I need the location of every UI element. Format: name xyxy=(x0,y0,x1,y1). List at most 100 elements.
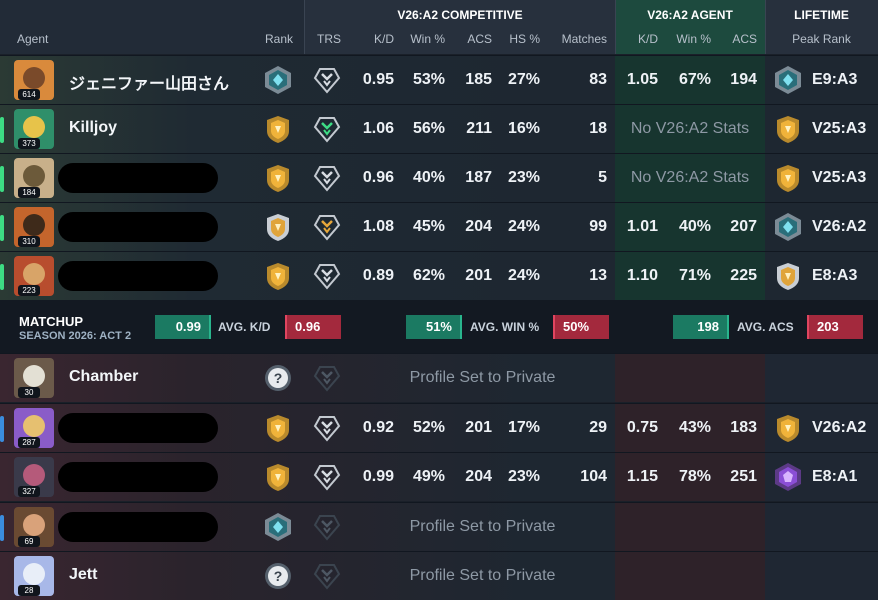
gold-icon xyxy=(263,114,293,144)
agent-group-title: V26:A2 AGENT xyxy=(647,8,733,22)
player-row[interactable]: 28 Jett? Profile Set to Private xyxy=(0,551,878,600)
col-rank[interactable]: Rank xyxy=(265,32,293,46)
player-name[interactable]: ジェニファー山田さん xyxy=(69,70,229,94)
peak-rank-value: E8:A1 xyxy=(812,468,858,485)
gold-icon xyxy=(263,163,293,193)
trs-green-icon xyxy=(313,115,341,143)
matchup-title: MATCHUP xyxy=(19,314,84,329)
agent-cell[interactable]: 310 xyxy=(0,203,260,251)
matchup-summary: MATCHUP SEASON 2026: ACT 2 0.99 AVG. K/D… xyxy=(0,300,878,353)
col-agent-kd[interactable]: K/D xyxy=(620,32,658,46)
gold-icon xyxy=(773,114,803,144)
col-peak-rank[interactable]: Peak Rank xyxy=(765,32,878,46)
team-indicator xyxy=(0,514,4,541)
player-name[interactable]: Chamber xyxy=(69,368,138,386)
player-row[interactable]: 327 0.99 49% 204 23% 104 1.15 78% 251 E8:A1 xyxy=(0,452,878,501)
win-value: 52% xyxy=(412,418,445,436)
player-row[interactable]: 287 0.92 52% 201 17% 29 0.75 43% 183 V26:A2 xyxy=(0,402,878,452)
agent-cell[interactable]: 327 xyxy=(0,453,260,501)
trs-gold-icon xyxy=(313,213,341,241)
team-indicator xyxy=(0,117,4,143)
player-row[interactable]: 310 1.08 45% 204 24% 99 1.01 40% 207 V26:A2 xyxy=(0,202,878,251)
col-agent-win[interactable]: Win % xyxy=(665,32,711,46)
avg-win-team-b: 50% xyxy=(553,315,609,339)
agent-kd-value: 1.15 xyxy=(626,468,658,485)
player-row[interactable]: 223 0.89 62% 201 24% 13 1.10 71% 225 E8:A3 xyxy=(0,251,878,300)
player-row[interactable]: 30 Chamber? Profile Set to Private xyxy=(0,353,878,402)
peak-rank-value: V26:A2 xyxy=(812,218,867,235)
avg-acs-label: AVG. ACS xyxy=(737,320,794,334)
agent-kd-value: 1.05 xyxy=(626,71,658,88)
agent-cell[interactable]: 373 Killjoy xyxy=(0,105,260,153)
agent-acs-value: 207 xyxy=(730,218,757,235)
agent-kd-value: 1.01 xyxy=(626,218,658,235)
player-row[interactable]: 373 Killjoy 1.06 56% 211 16% 18 No V26:A2 Stats… xyxy=(0,104,878,153)
matches-value: 18 xyxy=(589,120,607,137)
redacted-name xyxy=(58,261,218,291)
win-value: 62% xyxy=(412,267,445,284)
player-row[interactable]: 614 ジェニファー山田さん 0.95 53% 185 27% 83 1.05 67% 194 E9… xyxy=(0,55,878,104)
acs-value: 211 xyxy=(466,120,492,137)
hs-value: 24% xyxy=(507,218,540,235)
kd-value: 1.08 xyxy=(362,218,394,235)
lifetime-panel xyxy=(765,552,878,600)
col-agent[interactable]: Agent xyxy=(17,32,48,46)
agent-cell[interactable]: 28 Jett xyxy=(0,552,260,600)
col-hs[interactable]: HS % xyxy=(497,32,540,46)
agent-stats-panel xyxy=(615,552,765,600)
gold-icon xyxy=(263,413,293,443)
agent-win-value: 67% xyxy=(678,71,711,88)
player-level: 184 xyxy=(18,187,40,198)
win-value: 45% xyxy=(412,218,445,235)
matches-value: 29 xyxy=(589,418,607,436)
trs-dim-icon xyxy=(313,562,341,590)
svg-text:?: ? xyxy=(274,568,283,584)
col-acs[interactable]: ACS xyxy=(452,32,492,46)
agent-acs-value: 251 xyxy=(730,468,757,485)
agent-cell[interactable]: 30 Chamber xyxy=(0,354,260,402)
col-kd[interactable]: K/D xyxy=(352,32,394,46)
agent-cell[interactable]: 223 xyxy=(0,252,260,300)
win-value: 40% xyxy=(412,169,445,186)
player-row[interactable]: 69 Profile Set to Private xyxy=(0,501,878,551)
player-level: 614 xyxy=(18,89,40,100)
kd-value: 0.96 xyxy=(362,169,394,186)
trs-silver-icon xyxy=(313,164,341,192)
ascendant-icon xyxy=(263,512,293,542)
gold-silver-icon xyxy=(773,261,803,291)
agent-cell[interactable]: 287 xyxy=(0,404,260,452)
avg-kd-team-b: 0.96 xyxy=(285,315,341,339)
trs-silver-icon xyxy=(313,463,341,491)
player-name[interactable]: Killjoy xyxy=(69,119,117,137)
player-row[interactable]: 184 0.96 40% 187 23% 5 No V26:A2 Stats V25:A3 xyxy=(0,153,878,202)
redacted-name xyxy=(58,462,218,492)
acs-value: 204 xyxy=(465,468,492,485)
acs-value: 201 xyxy=(465,267,492,284)
col-trs[interactable]: TRS xyxy=(317,32,341,46)
player-level: 373 xyxy=(18,138,40,149)
player-level: 223 xyxy=(18,285,40,296)
matches-value: 83 xyxy=(589,71,607,88)
trs-dim-icon xyxy=(313,364,341,392)
col-win[interactable]: Win % xyxy=(400,32,445,46)
lifetime-group-title: LIFETIME xyxy=(794,8,849,22)
peak-rank-value: V26:A2 xyxy=(812,418,867,436)
gold-silver-icon xyxy=(263,212,293,242)
hs-value: 24% xyxy=(507,267,540,284)
player-level: 327 xyxy=(18,486,40,497)
table-header: V26:A2 COMPETITIVE V26:A2 AGENT LIFETIME… xyxy=(0,0,878,54)
agent-cell[interactable]: 614 ジェニファー山田さん xyxy=(0,56,260,104)
player-level: 310 xyxy=(18,236,40,247)
avg-acs-team-b: 203 xyxy=(807,315,863,339)
avg-acs-team-a: 198 xyxy=(673,315,729,339)
col-matches[interactable]: Matches xyxy=(550,32,607,46)
avg-kd-team-a: 0.99 xyxy=(155,315,211,339)
agent-cell[interactable]: 69 xyxy=(0,503,260,551)
agent-win-value: 78% xyxy=(678,468,711,485)
agent-cell[interactable]: 184 xyxy=(0,154,260,202)
player-name[interactable]: Jett xyxy=(69,566,97,584)
player-level: 28 xyxy=(18,585,40,596)
trs-dim-icon xyxy=(313,513,341,541)
acs-value: 185 xyxy=(465,71,492,88)
col-agent-acs[interactable]: ACS xyxy=(718,32,757,46)
